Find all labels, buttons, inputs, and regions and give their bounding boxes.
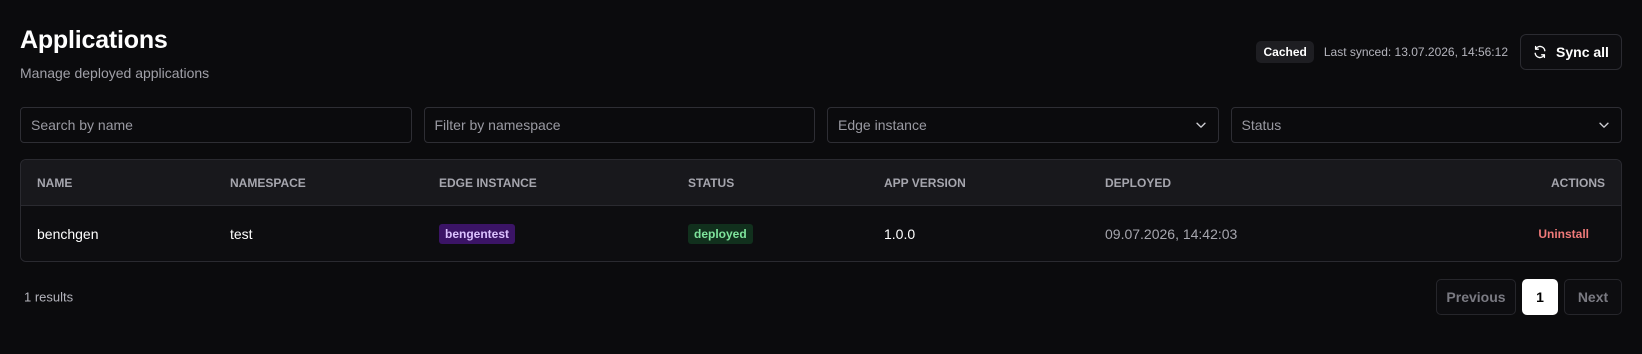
app-name: benchgen	[37, 226, 99, 242]
edge-instance-select[interactable]: Edge instance	[827, 107, 1219, 143]
status-select[interactable]: Status	[1230, 107, 1622, 143]
pagination: Previous 1 Next	[1436, 279, 1622, 315]
search-input[interactable]	[31, 117, 401, 133]
next-page-button[interactable]: Next	[1564, 279, 1622, 315]
edge-instance-badge: bengentest	[439, 224, 516, 244]
status-select-value: Status	[1241, 117, 1282, 133]
applications-table: NAME NAMESPACE EDGE INSTANCE STATUS APP …	[20, 159, 1622, 262]
cached-badge: Cached	[1256, 41, 1314, 63]
edge-instance-select-value: Edge instance	[838, 117, 927, 133]
page-header: Applications Manage deployed application…	[20, 26, 209, 81]
results-count: 1 results	[24, 289, 74, 305]
namespace-field[interactable]	[423, 107, 815, 143]
page-1-button[interactable]: 1	[1522, 279, 1558, 315]
refresh-icon	[1534, 45, 1546, 59]
column-header-edge-instance: EDGE INSTANCE	[439, 175, 537, 190]
sync-all-label: Sync all	[1556, 44, 1609, 60]
namespace-input[interactable]	[434, 117, 804, 133]
app-namespace: test	[230, 226, 253, 242]
status-badge: deployed	[688, 224, 753, 244]
uninstall-button[interactable]: Uninstall	[1538, 227, 1589, 241]
table-row: benchgen test bengentest deployed 1.0.0 …	[21, 206, 1621, 261]
chevron-down-icon	[1195, 122, 1206, 128]
sync-all-button[interactable]: Sync all	[1520, 34, 1622, 70]
previous-page-button[interactable]: Previous	[1436, 279, 1516, 315]
page-title: Applications	[20, 26, 168, 54]
column-header-app-version: APP VERSION	[884, 175, 966, 190]
search-field[interactable]	[20, 107, 412, 143]
chevron-down-icon	[1599, 122, 1609, 128]
filter-bar: Edge instance Status	[20, 107, 1622, 143]
app-version: 1.0.0	[884, 226, 916, 242]
last-synced-text: Last synced: 13.07.2026, 14:56:12	[1323, 45, 1508, 59]
column-header-name: NAME	[37, 175, 73, 190]
column-header-actions: ACTIONS	[1551, 175, 1605, 190]
column-header-namespace: NAMESPACE	[230, 175, 306, 190]
column-header-status: STATUS	[688, 175, 735, 190]
table-footer: 1 results Previous 1 Next	[20, 279, 1622, 315]
deployed-at: 09.07.2026, 14:42:03	[1105, 226, 1238, 242]
column-header-deployed: DEPLOYED	[1105, 175, 1172, 190]
sync-area: Cached Last synced: 13.07.2026, 14:56:12…	[1256, 34, 1622, 70]
page-subtitle: Manage deployed applications	[20, 65, 210, 81]
table-header: NAME NAMESPACE EDGE INSTANCE STATUS APP …	[21, 160, 1621, 206]
